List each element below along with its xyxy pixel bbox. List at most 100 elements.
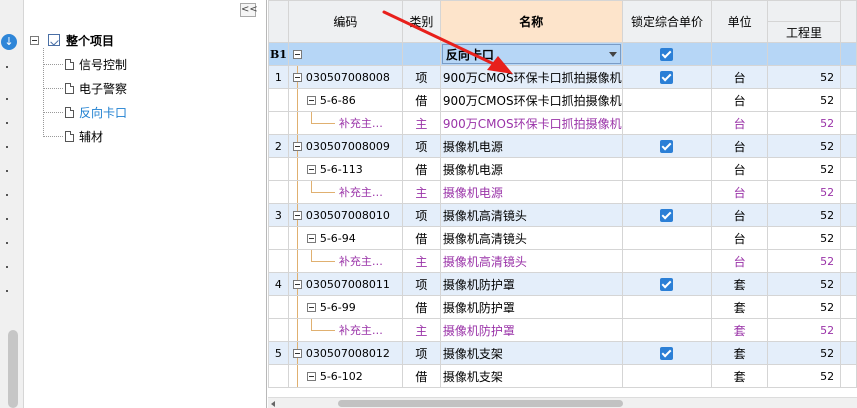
quantity-cell[interactable]: 52: [766, 65, 842, 89]
quantity-cell[interactable]: 52: [766, 249, 842, 273]
table-row[interactable]: 5-6-102 借摄像机支架 套 52: [268, 364, 857, 388]
table-row[interactable]: 补充主… 主摄像机防护罩 套 52: [268, 318, 857, 342]
download-icon[interactable]: ↓: [1, 34, 17, 50]
quantity-cell[interactable]: 52: [766, 295, 842, 319]
lock-price-cell[interactable]: [621, 364, 713, 388]
header-unit[interactable]: 单位: [711, 0, 768, 43]
code-cell[interactable]: 5-6-94: [287, 226, 403, 250]
code-cell[interactable]: 030507008011: [287, 272, 403, 296]
lock-price-cell[interactable]: [621, 157, 713, 181]
scroll-left-arrow-icon[interactable]: [271, 401, 275, 407]
table-row[interactable]: 3 030507008010 项摄像机高清镜头 台 52: [268, 203, 857, 227]
table-row[interactable]: 4 030507008011 项摄像机防护罩 套 52: [268, 272, 857, 296]
category-cell[interactable]: 主: [401, 111, 441, 135]
category-cell[interactable]: 项: [401, 203, 441, 227]
collapse-toggle-icon[interactable]: [292, 210, 302, 220]
category-cell[interactable]: 借: [401, 226, 441, 250]
collapse-toggle-icon[interactable]: [306, 95, 316, 105]
quantity-cell[interactable]: 52: [766, 341, 842, 365]
name-cell[interactable]: 摄像机支架: [439, 341, 623, 365]
unit-cell[interactable]: 台: [711, 88, 768, 112]
lock-checkbox[interactable]: [660, 347, 674, 360]
name-cell[interactable]: 摄像机电源: [439, 180, 623, 204]
quantity-cell[interactable]: 52: [766, 157, 842, 181]
collapse-toggle-icon[interactable]: [292, 72, 302, 82]
tree-item-auxiliary-materials[interactable]: 辅材: [43, 126, 103, 146]
category-cell[interactable]: 项: [401, 65, 441, 89]
category-cell[interactable]: 借: [401, 295, 441, 319]
name-cell[interactable]: 摄像机防护罩: [439, 295, 623, 319]
name-cell[interactable]: 摄像机高清镜头: [439, 249, 623, 273]
code-cell[interactable]: 5-6-113: [287, 157, 403, 181]
lock-price-cell[interactable]: [621, 226, 713, 250]
collapse-panel-button[interactable]: <<: [240, 3, 258, 17]
code-cell[interactable]: 030507008012: [287, 341, 403, 365]
collapse-toggle-icon[interactable]: [306, 164, 316, 174]
tree-item-reverse-checkpoint[interactable]: 反向卡口: [43, 102, 127, 122]
header-category[interactable]: 类别: [401, 0, 441, 43]
lock-checkbox[interactable]: [660, 209, 674, 222]
table-row[interactable]: 5-6-86 借 900万CMOS环保卡口抓拍摄像机 台 52: [268, 88, 857, 112]
code-cell[interactable]: 5-6-102: [287, 364, 403, 388]
quantity-cell[interactable]: 52: [766, 364, 842, 388]
table-row[interactable]: 1 030507008008 项 900万CMOS环保卡口抓拍摄像机 台 52: [268, 65, 857, 89]
table-row[interactable]: 5 030507008012 项摄像机支架 套 52: [268, 341, 857, 365]
tree-root-node[interactable]: 整个项目: [30, 30, 114, 50]
name-cell[interactable]: 摄像机高清镜头: [439, 203, 623, 227]
code-cell[interactable]: 5-6-99: [287, 295, 403, 319]
lock-price-cell[interactable]: [621, 203, 713, 227]
collapse-toggle-icon[interactable]: [292, 141, 302, 151]
code-cell[interactable]: 补充主…: [287, 318, 403, 342]
table-row[interactable]: 2 030507008009 项摄像机电源 台 52: [268, 134, 857, 158]
lock-price-cell[interactable]: [621, 341, 713, 365]
unit-cell[interactable]: 台: [711, 65, 768, 89]
unit-cell[interactable]: 套: [711, 295, 768, 319]
name-cell[interactable]: 摄像机防护罩: [439, 318, 623, 342]
lock-price-cell[interactable]: [621, 180, 713, 204]
category-cell[interactable]: 项: [401, 272, 441, 296]
code-cell[interactable]: 030507008010: [287, 203, 403, 227]
unit-cell[interactable]: 台: [711, 157, 768, 181]
quantity-cell[interactable]: 52: [766, 180, 842, 204]
table-row[interactable]: 5-6-94 借摄像机高清镜头 台 52: [268, 226, 857, 250]
code-cell[interactable]: 补充主…: [287, 249, 403, 273]
category-cell[interactable]: 主: [401, 318, 441, 342]
collapse-toggle-icon[interactable]: [30, 35, 39, 45]
collapse-toggle-icon[interactable]: [306, 233, 316, 243]
name-cell[interactable]: 摄像机电源: [439, 157, 623, 181]
lock-checkbox[interactable]: [660, 71, 674, 84]
dropdown-arrow-icon[interactable]: [608, 51, 617, 57]
quantity-cell[interactable]: 52: [766, 111, 842, 135]
quantity-cell[interactable]: 52: [766, 203, 842, 227]
unit-cell[interactable]: 套: [711, 341, 768, 365]
unit-cell[interactable]: 台: [711, 226, 768, 250]
name-cell[interactable]: 900万CMOS环保卡口抓拍摄像机: [439, 88, 623, 112]
unit-cell[interactable]: 套: [711, 272, 768, 296]
name-cell[interactable]: 摄像机电源: [439, 134, 623, 158]
table-row[interactable]: 5-6-113 借摄像机电源 台 52: [268, 157, 857, 181]
category-cell[interactable]: 主: [401, 249, 441, 273]
lock-price-cell[interactable]: [621, 295, 713, 319]
header-name[interactable]: 名称: [439, 0, 623, 43]
quantity-cell[interactable]: 52: [766, 318, 842, 342]
table-row[interactable]: 补充主… 主摄像机高清镜头 台 52: [268, 249, 857, 273]
section-name-cell[interactable]: 反向卡口: [439, 42, 623, 66]
name-cell[interactable]: 900万CMOS环保卡口抓拍摄像机: [439, 111, 623, 135]
code-cell[interactable]: 030507008009: [287, 134, 403, 158]
code-cell[interactable]: 补充主…: [287, 180, 403, 204]
category-cell[interactable]: 主: [401, 180, 441, 204]
table-row[interactable]: 5-6-99 借摄像机防护罩 套 52: [268, 295, 857, 319]
section-row-b1[interactable]: B1 反向卡口: [268, 42, 857, 66]
lock-price-cell[interactable]: [621, 111, 713, 135]
lock-checkbox[interactable]: [660, 278, 674, 291]
lock-price-cell[interactable]: [621, 272, 713, 296]
code-cell[interactable]: 补充主…: [287, 111, 403, 135]
table-row[interactable]: 补充主… 主 900万CMOS环保卡口抓拍摄像机 台 52: [268, 111, 857, 135]
name-cell[interactable]: 摄像机高清镜头: [439, 226, 623, 250]
quantity-cell[interactable]: 52: [766, 272, 842, 296]
lock-price-cell[interactable]: [621, 249, 713, 273]
collapse-toggle-icon[interactable]: [292, 279, 302, 289]
horizontal-scrollbar[interactable]: [268, 397, 857, 408]
lock-checkbox[interactable]: [660, 48, 674, 61]
category-cell[interactable]: 借: [401, 157, 441, 181]
